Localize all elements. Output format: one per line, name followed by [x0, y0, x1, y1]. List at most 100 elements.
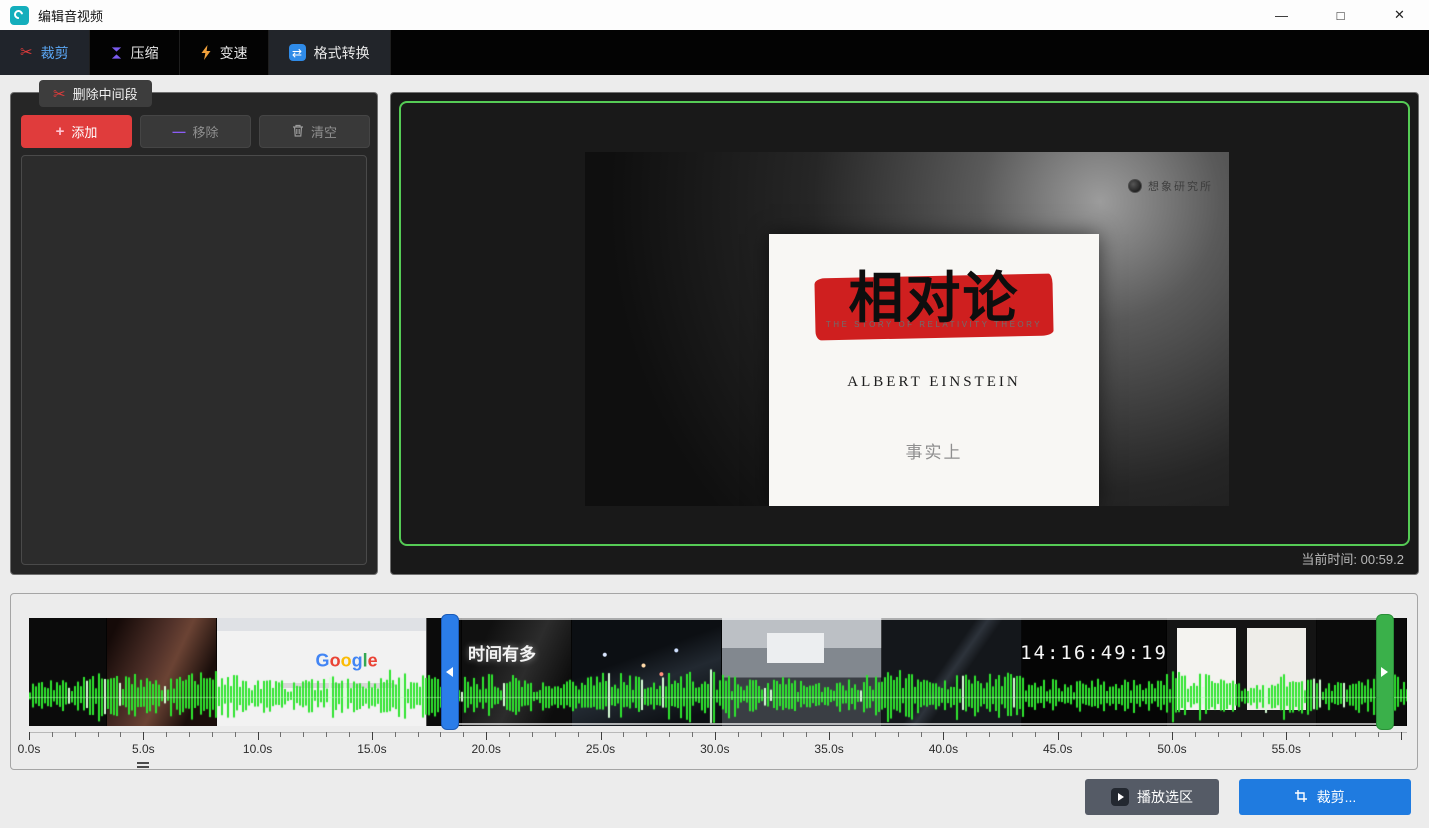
add-segment-button[interactable]: + 添加	[21, 115, 132, 148]
ruler-tick	[1149, 732, 1150, 737]
ruler-tick	[1241, 732, 1242, 737]
ruler-tick	[509, 732, 510, 737]
compress-icon	[110, 46, 123, 60]
ruler-tick	[921, 732, 922, 737]
add-button-label: 添加	[71, 122, 97, 141]
timeline-scroll-grip[interactable]	[137, 762, 149, 768]
crop-button-label: 裁剪...	[1317, 787, 1357, 807]
ruler-tick	[1103, 732, 1104, 737]
play-icon	[1111, 788, 1129, 806]
ruler-tick	[29, 732, 30, 740]
ruler-tick	[1012, 732, 1013, 737]
ruler-label: 55.0s	[1272, 742, 1301, 756]
ruler-tick	[1401, 732, 1402, 740]
ruler-label: 15.0s	[357, 742, 386, 756]
trim-segments-panel: ✂ 删除中间段 + 添加 — 移除 清空	[10, 92, 378, 575]
ruler-label: 0.0s	[18, 742, 41, 756]
lightning-icon	[200, 45, 212, 60]
ruler-label: 30.0s	[700, 742, 729, 756]
current-time-label: 当前时间: 00:59.2	[1301, 549, 1404, 568]
selection-start-handle[interactable]	[441, 614, 459, 730]
maximize-button[interactable]: □	[1311, 0, 1370, 30]
ruler-tick	[601, 732, 602, 740]
tab-compress[interactable]: 压缩	[90, 30, 180, 75]
ruler-tick	[166, 732, 167, 737]
ruler-tick	[463, 732, 464, 737]
tab-speed-label: 变速	[220, 43, 248, 63]
ruler-tick	[943, 732, 944, 740]
ruler-label: 35.0s	[814, 742, 843, 756]
play-selection-label: 播放选区	[1137, 787, 1193, 807]
watermark-text: 想象研究所	[1148, 178, 1213, 194]
ruler-label: 40.0s	[929, 742, 958, 756]
crop-button[interactable]: 裁剪...	[1239, 779, 1411, 815]
ruler-tick	[761, 732, 762, 737]
video-subtitle: 事实上	[769, 438, 1099, 463]
titlebar: 编辑音视频 — □ ✕	[0, 0, 1429, 30]
tab-format-convert-label: 格式转换	[314, 43, 370, 63]
tab-compress-label: 压缩	[131, 43, 159, 63]
selection-bottom-line	[450, 723, 1385, 725]
ruler-tick	[280, 732, 281, 737]
ruler-label: 5.0s	[132, 742, 155, 756]
ruler-tick	[440, 732, 441, 737]
app-logo-icon	[10, 6, 29, 25]
ruler-tick	[1058, 732, 1059, 740]
card-author: ALBERT EINSTEIN	[769, 374, 1099, 391]
ruler-tick	[1309, 732, 1310, 737]
ruler-tick	[966, 732, 967, 737]
ruler-tick	[1035, 732, 1036, 737]
timeline-panel: Google时间有多14:16:49:19 0.0s 5.0s 10.0s 15.0s…	[10, 593, 1418, 770]
ruler-tick	[692, 732, 693, 737]
selection-end-handle[interactable]	[1376, 614, 1394, 730]
ruler-tick	[1218, 732, 1219, 737]
trash-icon	[292, 124, 304, 140]
ruler-tick	[1126, 732, 1127, 737]
ruler-tick	[555, 732, 556, 737]
ruler-tick	[623, 732, 624, 737]
segment-buttons-row: + 添加 — 移除 清空	[21, 115, 370, 148]
close-button[interactable]: ✕	[1370, 0, 1429, 30]
audio-waveform	[29, 660, 1407, 726]
ruler-tick	[326, 732, 327, 737]
clear-button-label: 清空	[311, 122, 337, 141]
ruler-tick	[418, 732, 419, 737]
ruler-tick	[212, 732, 213, 737]
tab-speed[interactable]: 变速	[180, 30, 269, 75]
tab-format-convert[interactable]: ⇄ 格式转换	[269, 30, 391, 75]
ruler-tick	[875, 732, 876, 737]
ruler-tick	[1355, 732, 1356, 737]
ruler-tick	[783, 732, 784, 737]
clear-segments-button[interactable]: 清空	[259, 115, 370, 148]
plus-icon: +	[56, 123, 65, 140]
ruler-tick	[258, 732, 259, 740]
ruler-tick	[52, 732, 53, 737]
ruler-label: 45.0s	[1043, 742, 1072, 756]
handle-arrow-right-icon	[1381, 667, 1388, 677]
ruler-tick	[989, 732, 990, 737]
ruler-tick	[806, 732, 807, 737]
ruler-tick	[303, 732, 304, 737]
ruler-tick	[486, 732, 487, 740]
window-controls: — □ ✕	[1252, 0, 1429, 30]
filmstrip[interactable]: Google时间有多14:16:49:19	[29, 618, 1407, 726]
tool-tabbar: ✂ 裁剪 压缩 变速 ⇄ 格式转换	[0, 30, 1429, 75]
ruler-label: 10.0s	[243, 742, 272, 756]
play-selection-button[interactable]: 播放选区	[1085, 779, 1219, 815]
format-convert-icon: ⇄	[289, 44, 306, 61]
ruler-tick	[669, 732, 670, 737]
remove-segment-button[interactable]: — 移除	[140, 115, 251, 148]
ruler-label: 25.0s	[586, 742, 615, 756]
minimize-button[interactable]: —	[1252, 0, 1311, 30]
ruler-tick	[1286, 732, 1287, 740]
remove-button-label: 移除	[192, 122, 218, 141]
ruler-tick	[372, 732, 373, 740]
tab-trim[interactable]: ✂ 裁剪	[0, 30, 90, 75]
ruler-tick	[646, 732, 647, 737]
ruler-tick	[1263, 732, 1264, 737]
ruler-tick	[120, 732, 121, 737]
video-viewport[interactable]: 想象研究所 THE STORY OF RELATIVITY THEORY 相对论…	[399, 101, 1410, 546]
ruler-tick	[829, 732, 830, 740]
ruler-tick	[898, 732, 899, 737]
segment-list[interactable]	[21, 155, 367, 565]
